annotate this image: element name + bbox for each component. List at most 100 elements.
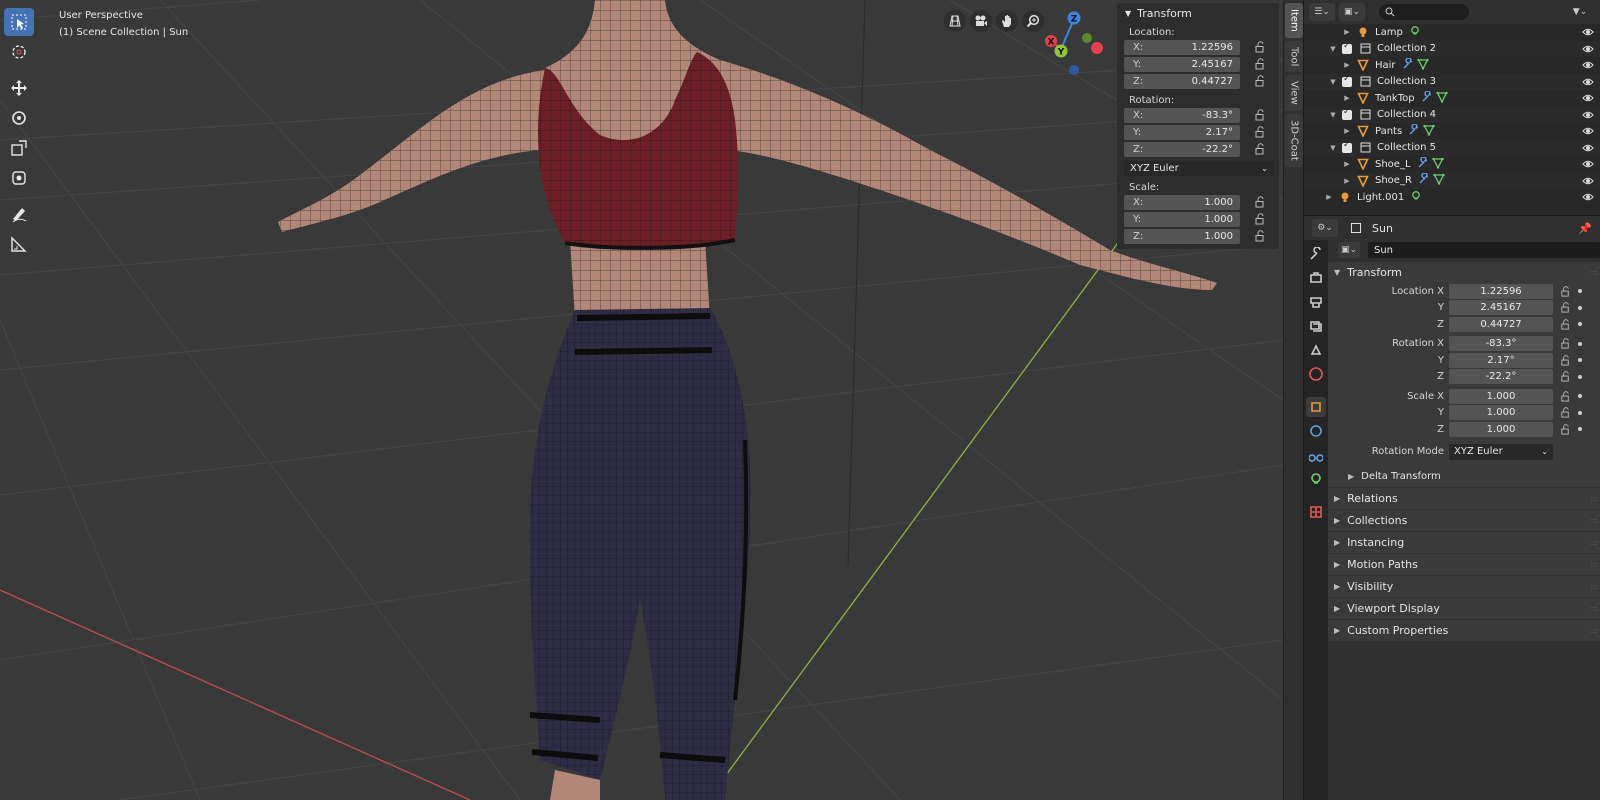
wrench-icon[interactable] [1402, 57, 1414, 73]
rotate-icon[interactable] [4, 104, 34, 132]
eye-icon[interactable] [1582, 109, 1594, 121]
eye-icon[interactable] [1582, 76, 1594, 88]
keyframe-dot-icon[interactable] [1578, 410, 1582, 415]
collections-section[interactable]: ▶ Collections:::: [1328, 509, 1600, 531]
keyframe-dot-icon[interactable] [1578, 427, 1582, 432]
transform-value-field[interactable]: 2.17° [1449, 352, 1553, 368]
measure-icon[interactable] [4, 230, 34, 258]
mesh-data-icon[interactable] [1435, 91, 1448, 106]
keyframe-dot-icon[interactable] [1578, 374, 1582, 379]
eye-icon[interactable] [1582, 43, 1594, 55]
relations-section[interactable]: ▶ Relations:::: [1328, 487, 1600, 509]
filter-icon[interactable]: ▼⌄ [1568, 3, 1592, 21]
tab-view[interactable]: View [1285, 75, 1303, 111]
lock-icon[interactable] [1254, 41, 1266, 53]
outliner-row-shoe-r[interactable]: ▶ Shoe_R [1304, 172, 1600, 189]
scene-icon[interactable] [1306, 340, 1326, 360]
outliner-row-collection-3[interactable]: ▼ Collection 3 [1304, 73, 1600, 90]
eye-icon[interactable] [1582, 158, 1594, 170]
expand-arrow-icon[interactable]: ▶ [1342, 28, 1352, 36]
drag-handle-icon[interactable]: :::: [1590, 268, 1598, 277]
outliner-search-input[interactable] [1379, 4, 1469, 20]
display-mode-icon[interactable]: ☰⌄ [1309, 3, 1335, 21]
outliner-row-tanktop[interactable]: ▶ TankTop [1304, 90, 1600, 107]
transform-panel-header[interactable]: ▼ Transform [1117, 3, 1279, 21]
wrench-icon[interactable] [1421, 90, 1433, 106]
transform-value-field[interactable]: 0.44727 [1449, 316, 1553, 332]
collection-checkbox[interactable] [1342, 140, 1352, 153]
eye-icon[interactable] [1582, 142, 1594, 154]
tab-3d-coat[interactable]: 3D-Coat [1285, 113, 1303, 167]
lock-icon[interactable] [1560, 371, 1571, 382]
keyframe-dot-icon[interactable] [1578, 289, 1582, 294]
eye-icon[interactable] [1582, 59, 1594, 71]
character-model[interactable] [278, 0, 1217, 800]
transform-section-header[interactable]: ▼ Transform :::: [1328, 262, 1600, 283]
transform-value-field[interactable]: -83.3° [1449, 336, 1553, 352]
lock-icon[interactable] [1560, 423, 1571, 435]
pin-icon[interactable]: 📌 [1578, 222, 1592, 235]
lock-icon[interactable] [1560, 390, 1571, 402]
lock-icon[interactable] [1560, 318, 1571, 330]
collection-checkbox[interactable] [1342, 107, 1352, 120]
eye-icon[interactable] [1582, 92, 1594, 104]
drag-handle-icon[interactable]: :::: [1590, 538, 1598, 547]
expand-arrow-icon[interactable]: ▶ [1342, 127, 1352, 135]
outliner-row-pants[interactable]: ▶ Pants [1304, 123, 1600, 140]
outliner-row-collection-4[interactable]: ▼ Collection 4 [1304, 106, 1600, 123]
output-icon[interactable] [1306, 292, 1326, 312]
transform-value-field[interactable]: -22.2° [1449, 369, 1553, 385]
lock-icon[interactable] [1560, 354, 1571, 366]
outliner-row-light-001[interactable]: ▶ Light.001 [1304, 189, 1600, 206]
lock-icon[interactable] [1254, 58, 1266, 70]
scale-icon[interactable] [4, 134, 34, 162]
mesh-data-icon[interactable] [1416, 58, 1429, 73]
view-layer-icon[interactable] [1306, 316, 1326, 336]
expand-arrow-icon[interactable]: ▶ [1342, 177, 1352, 185]
keyframe-dot-icon[interactable] [1578, 305, 1582, 310]
expand-arrow-icon[interactable]: ▼ [1328, 78, 1338, 86]
delta-transform-section[interactable]: ▶ Delta Transform [1328, 466, 1600, 487]
cursor-icon[interactable] [4, 38, 34, 66]
wrench-icon[interactable] [1418, 172, 1430, 188]
transform-value-field[interactable]: 2.45167 [1449, 300, 1553, 316]
eye-icon[interactable] [1582, 26, 1594, 38]
transform-value-field[interactable]: 1.22596 [1449, 283, 1553, 299]
3d-viewport[interactable]: User Perspective (1) Scene Collection | … [0, 0, 1283, 800]
object-data-icon[interactable] [1306, 469, 1326, 489]
outliner-row-collection-2[interactable]: ▼ Collection 2 [1304, 40, 1600, 57]
motion-paths-section[interactable]: ▶ Motion Paths:::: [1328, 553, 1600, 575]
expand-arrow-icon[interactable]: ▼ [1328, 144, 1338, 152]
expand-arrow-icon[interactable]: ▼ [1328, 45, 1338, 53]
scale-x-field[interactable]: X: 1.000 [1124, 194, 1240, 210]
eye-icon[interactable] [1582, 175, 1594, 187]
lock-icon[interactable] [1560, 338, 1571, 349]
tool-icon[interactable] [1306, 244, 1326, 264]
grid-view-icon[interactable] [944, 10, 966, 32]
location-x-field[interactable]: X: 1.22596 [1124, 39, 1240, 55]
scale-y-field[interactable]: Y: 1.000 [1124, 211, 1240, 227]
filter-view-icon[interactable]: ▣⌄ [1339, 3, 1365, 21]
rotation-z-field[interactable]: Z: -22.2° [1124, 141, 1240, 157]
editor-type-icon[interactable]: ⚙⌄ [1312, 219, 1338, 237]
drag-handle-icon[interactable]: :::: [1590, 516, 1598, 525]
outliner-row-lamp[interactable]: ▶ Lamp [1304, 24, 1600, 41]
rotation-mode-dropdown[interactable]: XYZ Euler ⌄ [1449, 443, 1553, 460]
light-data-icon[interactable] [1410, 190, 1422, 205]
drag-handle-icon[interactable]: :::: [1590, 626, 1598, 635]
annotate-icon[interactable] [4, 200, 34, 228]
keyframe-dot-icon[interactable] [1578, 341, 1582, 346]
drag-handle-icon[interactable]: :::: [1590, 582, 1598, 591]
lock-icon[interactable] [1560, 285, 1571, 297]
drag-handle-icon[interactable]: :::: [1590, 560, 1598, 569]
drag-handle-icon[interactable]: :::: [1590, 604, 1598, 613]
expand-arrow-icon[interactable]: ▼ [1328, 111, 1338, 119]
object-name-field[interactable]: Sun [1368, 242, 1600, 258]
orientation-gizmo[interactable]: Z X Y [1043, 8, 1103, 80]
lock-icon[interactable] [1254, 213, 1266, 225]
rotation-x-field[interactable]: X: -83.3° [1124, 107, 1240, 123]
eye-icon[interactable] [1582, 125, 1594, 137]
render-icon[interactable] [1306, 268, 1326, 288]
keyframe-dot-icon[interactable] [1578, 322, 1582, 327]
zoom-icon[interactable] [1022, 10, 1044, 32]
